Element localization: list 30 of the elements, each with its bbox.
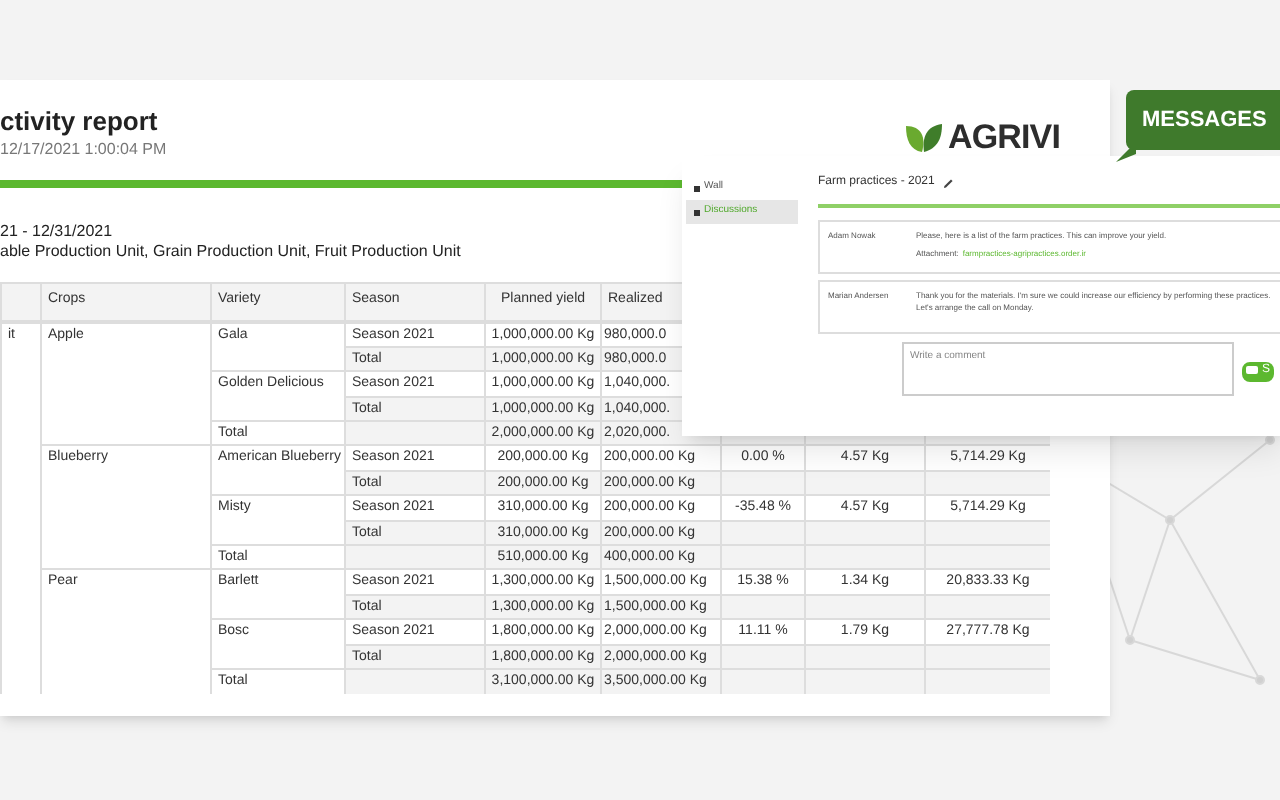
- report-units: able Production Unit, Grain Production Unit, Fruit Production Unit: [0, 241, 461, 261]
- report-period: 21 - 12/31/2021: [0, 221, 113, 241]
- table-cell: [924, 667, 1050, 694]
- table-cell: [720, 667, 804, 694]
- table-cell: [720, 469, 804, 496]
- table-cell: [804, 593, 924, 620]
- leaf-logo-icon: [903, 121, 944, 154]
- table-cell: [344, 667, 484, 694]
- table-cell: [924, 593, 1050, 620]
- table-cell: [344, 420, 484, 447]
- table-cell: [924, 469, 1050, 496]
- messages-label: MESSAGES: [1142, 105, 1267, 136]
- table-cell: [344, 544, 484, 571]
- table-cell: [804, 643, 924, 670]
- table-cell: [804, 519, 924, 546]
- table-cell: [924, 643, 1050, 670]
- table-cell: [924, 519, 1050, 546]
- table-cell: [804, 667, 924, 694]
- table-cell: [804, 469, 924, 496]
- table-cell: [924, 544, 1050, 571]
- report-date: 12/17/2021 1:00:04 PM: [0, 138, 167, 162]
- table-cell: [804, 544, 924, 571]
- pencil-icon[interactable]: [942, 177, 955, 189]
- table-cell: [720, 643, 804, 670]
- logo-text: AGRIVI: [947, 116, 1060, 160]
- report-title: ctivity report: [0, 106, 160, 138]
- table-cell: [720, 544, 804, 571]
- chat-icon: [1246, 366, 1258, 376]
- table-cell: [720, 593, 804, 620]
- table-cell: [720, 519, 804, 546]
